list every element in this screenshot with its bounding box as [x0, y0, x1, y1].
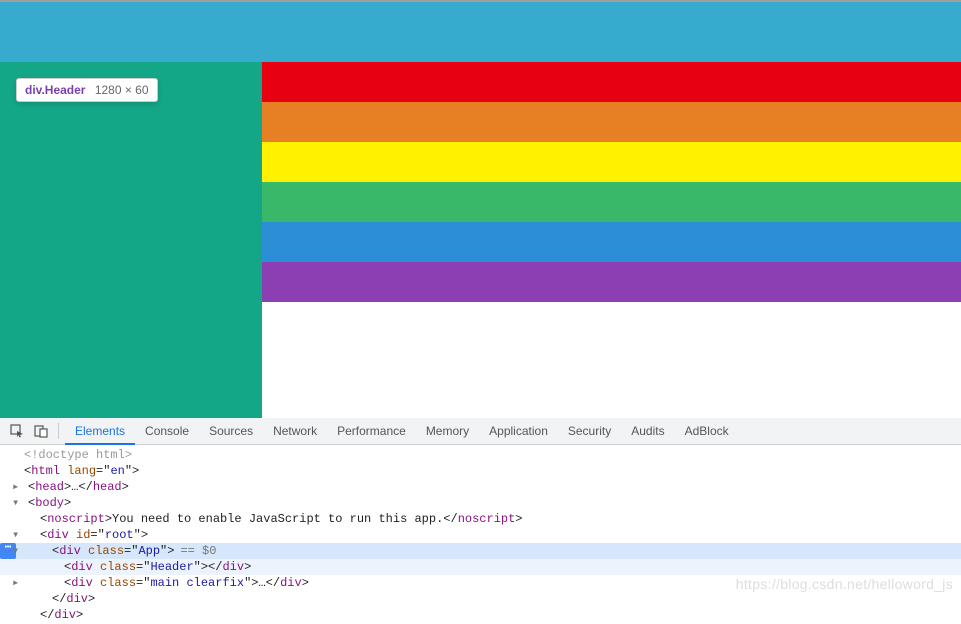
dom-tree[interactable]: <!doctype html> <html lang="en"> ▸<head>…: [0, 445, 961, 624]
tab-network[interactable]: Network: [263, 418, 327, 444]
stripe-white: [262, 302, 961, 418]
stripe-green: [262, 182, 961, 222]
page-header: [0, 2, 961, 62]
dom-node-head[interactable]: ▸<head>…</head>: [0, 479, 961, 495]
rendered-page: div.Header 1280 × 60: [0, 0, 961, 416]
page-content: [262, 62, 961, 418]
dom-node-root[interactable]: ▾<div id="root">: [0, 527, 961, 543]
dom-node-noscript[interactable]: <noscript>You need to enable JavaScript …: [0, 511, 961, 527]
stripe-yellow: [262, 142, 961, 182]
tab-performance[interactable]: Performance: [327, 418, 416, 444]
devtools-panel: Elements Console Sources Network Perform…: [0, 416, 961, 624]
dom-node-header[interactable]: <div class="Header"></div>: [0, 559, 961, 575]
stripe-orange: [262, 102, 961, 142]
element-inspect-tooltip: div.Header 1280 × 60: [16, 78, 158, 102]
dom-node-doctype[interactable]: <!doctype html>: [0, 447, 961, 463]
tab-audits[interactable]: Audits: [621, 418, 674, 444]
dom-node-root-close[interactable]: </div>: [0, 607, 961, 623]
dom-node-html[interactable]: <html lang="en">: [0, 463, 961, 479]
tab-memory[interactable]: Memory: [416, 418, 479, 444]
stripe-red: [262, 62, 961, 102]
stripe-blue: [262, 222, 961, 262]
tooltip-dimensions: 1280 × 60: [95, 83, 149, 97]
stripe-purple: [262, 262, 961, 302]
device-toolbar-icon[interactable]: [30, 420, 52, 442]
dom-node-app[interactable]: ⋯▾<div class="App">== $0: [0, 543, 961, 559]
dom-node-body[interactable]: ▾<body>: [0, 495, 961, 511]
tab-separator: [58, 423, 59, 439]
tab-application[interactable]: Application: [479, 418, 558, 444]
tooltip-element-name: div.Header: [25, 83, 85, 97]
devtools-tabbar: Elements Console Sources Network Perform…: [0, 417, 961, 445]
dom-node-app-close[interactable]: </div>: [0, 591, 961, 607]
dom-node-main[interactable]: ▸<div class="main clearfix">…</div>: [0, 575, 961, 591]
tab-adblock[interactable]: AdBlock: [675, 418, 739, 444]
inspect-element-icon[interactable]: [6, 420, 28, 442]
tab-sources[interactable]: Sources: [199, 418, 263, 444]
page-main: [0, 62, 961, 418]
tab-console[interactable]: Console: [135, 418, 199, 444]
tab-elements[interactable]: Elements: [65, 418, 135, 444]
page-sidebar: [0, 62, 262, 418]
tab-security[interactable]: Security: [558, 418, 621, 444]
